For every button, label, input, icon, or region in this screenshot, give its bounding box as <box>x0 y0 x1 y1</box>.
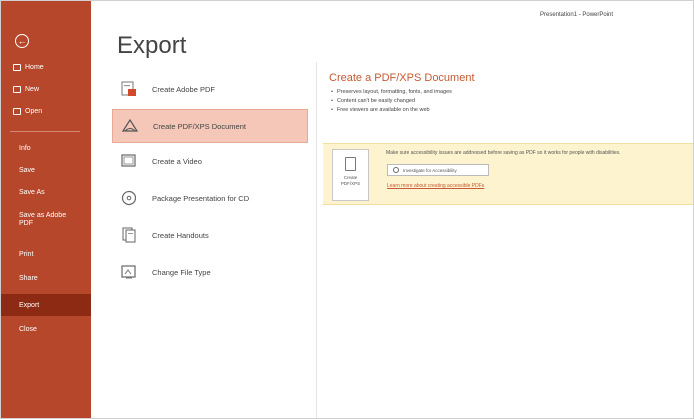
sidebar-item-share[interactable]: Share <box>0 267 91 289</box>
option-create-pdf-xps[interactable]: Create PDF/XPS Document <box>112 109 308 143</box>
sidebar-item-label: Save as Adobe PDF <box>19 212 67 227</box>
option-change-file-type[interactable]: Change File Type <box>112 255 308 289</box>
panel-divider <box>316 62 317 419</box>
create-pdf-xps-button[interactable]: Create PDF/XPS <box>332 149 369 201</box>
sidebar-item-home[interactable]: Home <box>0 56 91 78</box>
file-type-icon <box>120 264 138 280</box>
sidebar-item-export[interactable]: Export <box>0 294 91 316</box>
sidebar-item-label: Close <box>19 325 37 333</box>
option-label: Package Presentation for CD <box>152 193 250 203</box>
sidebar-item-label: Home <box>25 63 44 71</box>
option-create-adobe-pdf[interactable]: Create Adobe PDF <box>112 72 308 106</box>
sidebar-item-label: Open <box>25 107 43 115</box>
investigate-accessibility-button[interactable]: Investigate for Accessibility <box>387 164 489 176</box>
video-icon <box>120 153 138 169</box>
detail-bullet: Content can't be easily changed <box>331 97 452 106</box>
detail-bullet: Preserves layout, formatting, fonts, and… <box>331 88 452 97</box>
option-create-handouts[interactable]: Create Handouts <box>112 218 308 252</box>
sidebar-item-open[interactable]: Open <box>0 100 91 122</box>
sidebar-item-print[interactable]: Print <box>0 243 91 265</box>
document-icon <box>345 157 356 171</box>
account-title: Presentation1 - PowerPoint <box>540 12 614 18</box>
sidebar-item-new[interactable]: New <box>0 78 91 100</box>
home-icon <box>13 63 21 71</box>
notice-text: Make sure accessibility issues are addre… <box>386 150 621 156</box>
sidebar-item-label: Info <box>19 144 31 152</box>
sidebar-item-label: Share <box>19 274 38 282</box>
option-create-video[interactable]: Create a Video <box>112 144 308 178</box>
adobe-pdf-icon <box>120 81 138 97</box>
sidebar-item-info[interactable]: Info <box>0 137 91 159</box>
sidebar-item-label: New <box>25 85 40 93</box>
option-label: Create Adobe PDF <box>152 84 215 94</box>
sidebar-item-label: Print <box>19 250 34 258</box>
detail-title: Create a PDF/XPS Document <box>329 72 475 84</box>
sidebar-item-label: Save As <box>19 188 45 196</box>
sidebar-divider <box>10 131 80 132</box>
pdf-xps-document-icon <box>121 118 139 134</box>
option-label: Create a Video <box>152 156 202 166</box>
sidebar-item-label: Save <box>19 166 35 174</box>
open-icon <box>13 107 21 115</box>
accessibility-notice: Create PDF/XPS Make sure accessibility i… <box>323 143 694 205</box>
sidebar-item-close[interactable]: Close <box>0 318 91 340</box>
sidebar-item-save-as-adobe-pdf[interactable]: Save as Adobe PDF <box>0 205 80 235</box>
option-label: Change File Type <box>152 267 211 277</box>
search-icon <box>393 167 399 173</box>
window-frame <box>0 0 694 419</box>
learn-more-link[interactable]: Learn more about creating accessible PDF… <box>387 183 484 189</box>
backstage-sidebar: ← Home New Open Info Save Save As Save a… <box>0 0 91 419</box>
option-label: Create PDF/XPS Document <box>153 121 246 131</box>
detail-bullet: Free viewers are available on the web <box>331 106 452 115</box>
sidebar-item-save[interactable]: Save <box>0 159 91 181</box>
new-icon <box>13 85 21 93</box>
page-title: Export <box>117 32 187 59</box>
option-package-for-cd[interactable]: Package Presentation for CD <box>112 181 308 215</box>
back-arrow-icon[interactable]: ← <box>15 34 29 48</box>
detail-bullets: Preserves layout, formatting, fonts, and… <box>331 88 452 115</box>
cd-package-icon <box>120 190 138 206</box>
handouts-icon <box>120 227 138 243</box>
access-button-label: Investigate for Accessibility <box>403 167 457 173</box>
sidebar-item-save-as[interactable]: Save As <box>0 181 91 203</box>
create-pdf-xps-label: Create PDF/XPS <box>340 175 361 186</box>
option-label: Create Handouts <box>152 230 209 240</box>
sidebar-item-label: Export <box>19 301 40 309</box>
